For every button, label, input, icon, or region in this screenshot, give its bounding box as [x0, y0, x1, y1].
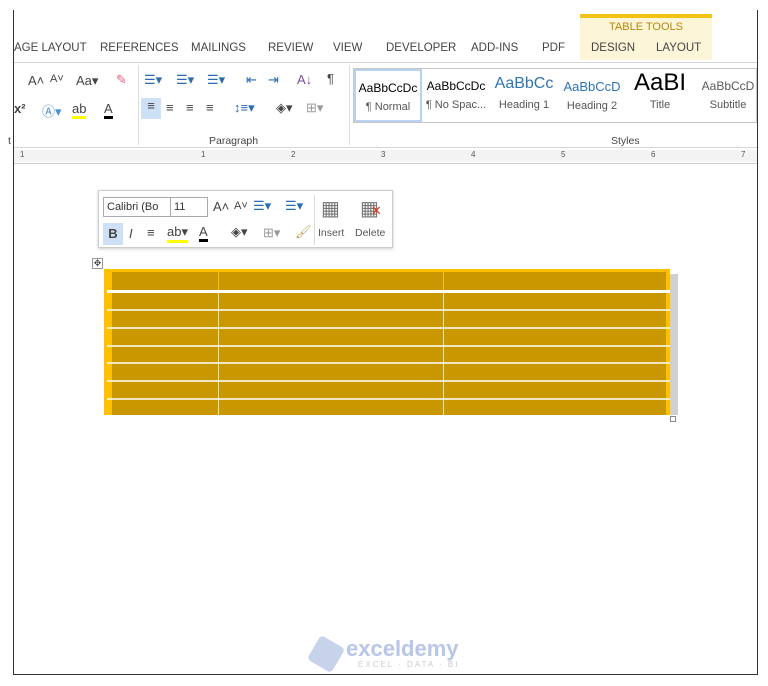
increase-indent-icon[interactable]: ⇥ [268, 72, 279, 88]
delete-table-icon[interactable]: ▦✕ [360, 196, 382, 221]
font-size-box[interactable]: 11 [170, 197, 208, 217]
numbering-icon[interactable]: ☰▾ [176, 72, 194, 88]
tab-add-ins[interactable]: ADD-INS [471, 42, 518, 54]
bold-button[interactable]: B [103, 223, 123, 245]
tab-design[interactable]: DESIGN [591, 42, 635, 54]
pilcrow-icon[interactable]: ¶ [327, 71, 334, 86]
tab-review[interactable]: REVIEW [268, 42, 313, 54]
align-center-icon[interactable]: ≡ [166, 100, 174, 115]
exceldemy-logo-icon [306, 634, 346, 674]
tab-mailings[interactable]: MAILINGS [191, 42, 246, 54]
grow-font-icon[interactable]: A˄ [28, 73, 44, 88]
borders-icon[interactable]: ⊞▾ [263, 225, 280, 241]
bullets-icon[interactable]: ☰▾ [253, 198, 271, 214]
tab-view[interactable]: VIEW [333, 42, 362, 54]
styles-group-label: Styles [611, 135, 640, 147]
highlight-icon[interactable]: ab [72, 101, 87, 119]
line-spacing-icon[interactable]: ↕≡▾ [234, 100, 255, 116]
insert-table-icon[interactable]: ▦ [321, 196, 340, 221]
clear-format-icon[interactable]: ✎ [116, 72, 127, 88]
shading-icon[interactable]: ◈▾ [276, 100, 293, 116]
shading-icon[interactable]: ◈▾ [231, 224, 248, 240]
shrink-font-icon[interactable]: A˅ [234, 200, 248, 212]
change-case-icon[interactable]: Aa▾ [76, 73, 98, 89]
delete-button[interactable]: Delete [355, 227, 385, 239]
borders-icon[interactable]: ⊞▾ [306, 100, 323, 116]
sort-icon[interactable]: A↓ [297, 72, 312, 87]
horizontal-ruler[interactable]: 1 1 2 3 4 5 6 7 [14, 150, 757, 162]
style-title[interactable]: AaBI Title [626, 69, 694, 122]
superscript-icon[interactable]: x² [14, 101, 26, 116]
style-subtitle[interactable]: AaBbCcD Subtitle [694, 69, 762, 122]
table-move-handle-icon[interactable]: ✥ [92, 258, 103, 269]
font-name-box[interactable]: Calibri (Bo [103, 197, 171, 217]
highlight-icon[interactable]: ab▾ [167, 224, 188, 243]
tab-page-layout[interactable]: AGE LAYOUT [14, 42, 87, 54]
styles-gallery: AaBbCcDc ¶ Normal AaBbCcDc ¶ No Spac... Aa… [353, 68, 757, 123]
decrease-indent-icon[interactable]: ⇤ [246, 72, 257, 88]
tab-layout[interactable]: LAYOUT [656, 42, 701, 54]
center-icon[interactable]: ≡ [147, 225, 155, 240]
shrink-font-icon[interactable]: A˅ [50, 73, 64, 85]
font-color-icon[interactable]: A [104, 101, 113, 119]
justify-icon[interactable]: ≡ [206, 100, 214, 115]
style-heading-2[interactable]: AaBbCcD Heading 2 [558, 69, 626, 122]
paragraph-group-label: Paragraph [209, 135, 259, 147]
tab-references[interactable]: REFERENCES [100, 42, 179, 54]
selected-table[interactable] [104, 269, 670, 415]
ribbon-tabs: AGE LAYOUT REFERENCES MAILINGS REVIEW VI… [0, 38, 768, 60]
tab-developer[interactable]: DEVELOPER [386, 42, 456, 54]
table-resize-handle[interactable] [670, 416, 676, 422]
align-right-icon[interactable]: ≡ [186, 100, 194, 115]
multilevel-list-icon[interactable]: ☰▾ [207, 72, 225, 88]
numbering-icon[interactable]: ☰▾ [285, 198, 303, 214]
insert-button[interactable]: Insert [318, 227, 344, 239]
watermark: exceldemy EXCEL · DATA · BI [306, 634, 462, 674]
font-color-icon[interactable]: A [199, 224, 208, 242]
style-no-spacing[interactable]: AaBbCcDc ¶ No Spac... [422, 69, 490, 122]
grow-font-icon[interactable]: A˄ [213, 199, 229, 214]
bullets-icon[interactable]: ☰▾ [144, 72, 162, 88]
text-effects-icon[interactable]: Ⓐ▾ [42, 101, 62, 120]
style-normal[interactable]: AaBbCcDc ¶ Normal [354, 69, 422, 122]
align-left-icon[interactable]: ≡ [141, 98, 161, 119]
format-painter-icon[interactable]: 🖌 [295, 224, 312, 240]
tab-pdf[interactable]: PDF [542, 42, 565, 54]
mini-toolbar: Calibri (Bo 11 A˄ A˅ ☰▾ ☰▾ B I ≡ ab▾ A ◈… [98, 190, 393, 248]
style-heading-1[interactable]: AaBbCc Heading 1 [490, 69, 558, 122]
italic-button[interactable]: I [129, 226, 133, 241]
